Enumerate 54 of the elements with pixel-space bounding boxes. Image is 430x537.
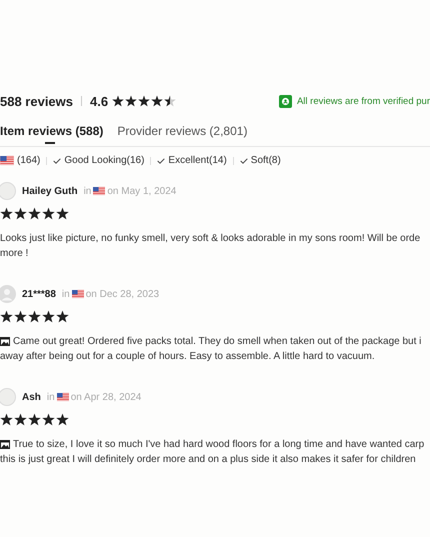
review-text: Came out great! Ordered five packs total. They do smell when taken out of the package but i	[13, 335, 422, 349]
star-icon	[0, 310, 13, 323]
star-icon	[14, 310, 27, 323]
filter-chip[interactable]: Excellent(14)	[157, 155, 227, 166]
photo-icon	[0, 440, 10, 449]
star-icon	[56, 413, 69, 426]
filter-chip[interactable]: Good Looking(16)	[53, 155, 144, 166]
review-date: on Apr 28, 2024	[70, 392, 142, 402]
review-count: 588 reviews	[0, 94, 74, 108]
reviews-tab[interactable]: Provider reviews (2,801)	[117, 120, 248, 146]
reviews-tab[interactable]: Item reviews (588)	[0, 120, 104, 146]
star-icon	[14, 207, 27, 220]
star-icon	[0, 413, 13, 426]
star-icon	[0, 207, 13, 220]
star-icon	[42, 310, 55, 323]
review-text: more !	[0, 247, 28, 261]
star-icon	[56, 207, 69, 220]
review-date: on May 1, 2024	[107, 186, 176, 196]
star-icon	[112, 95, 124, 107]
star-icon	[28, 413, 41, 426]
avatar-icon	[0, 182, 16, 200]
location-label: in	[62, 288, 70, 300]
location-label: in	[46, 392, 55, 402]
star-icon	[138, 95, 150, 107]
star-icon	[28, 207, 41, 220]
review-text: Looks just like picture, no funky smell, very soft & looks adorable in my sons room! Will be orde	[0, 232, 420, 246]
star-icon	[14, 413, 27, 426]
verified-notice: All reviews are from verified pur	[296, 96, 430, 106]
avatar-icon	[0, 388, 16, 406]
reviewer-name: Ash	[22, 392, 41, 402]
filter-chip[interactable]: Soft(8)	[240, 155, 281, 166]
flag-icon	[93, 187, 106, 195]
location-label: in	[84, 186, 92, 196]
check-icon	[53, 158, 62, 164]
check-icon	[240, 158, 248, 164]
flag-icon	[72, 290, 84, 298]
flag-icon	[56, 393, 69, 401]
star-icon	[151, 95, 164, 107]
photo-icon	[0, 337, 10, 346]
rating-value: 4.6	[90, 94, 108, 108]
review-text: this is just great I will definitely order more and on a plus side it also makes it safer for children	[0, 453, 416, 467]
star-icon	[56, 310, 69, 323]
review-text: away after being out for a couple of hours. Easy to assemble. A little hard to vacuum.	[0, 350, 375, 364]
star-icon	[42, 413, 55, 426]
filter-chip[interactable]: (164)	[0, 155, 40, 166]
star-icon	[28, 310, 41, 323]
check-icon	[157, 158, 166, 164]
reviewer-name: 21***88	[22, 288, 56, 300]
star-icon	[164, 95, 176, 107]
reviewer-name: Hailey Guth	[22, 186, 78, 196]
star-icon	[125, 95, 138, 107]
review-text: True to size, I love it so much I've had hard wood floors for a long time and have wanted carp	[13, 438, 424, 452]
review-date: on Dec 28, 2023	[86, 288, 160, 300]
star-icon	[42, 207, 55, 220]
